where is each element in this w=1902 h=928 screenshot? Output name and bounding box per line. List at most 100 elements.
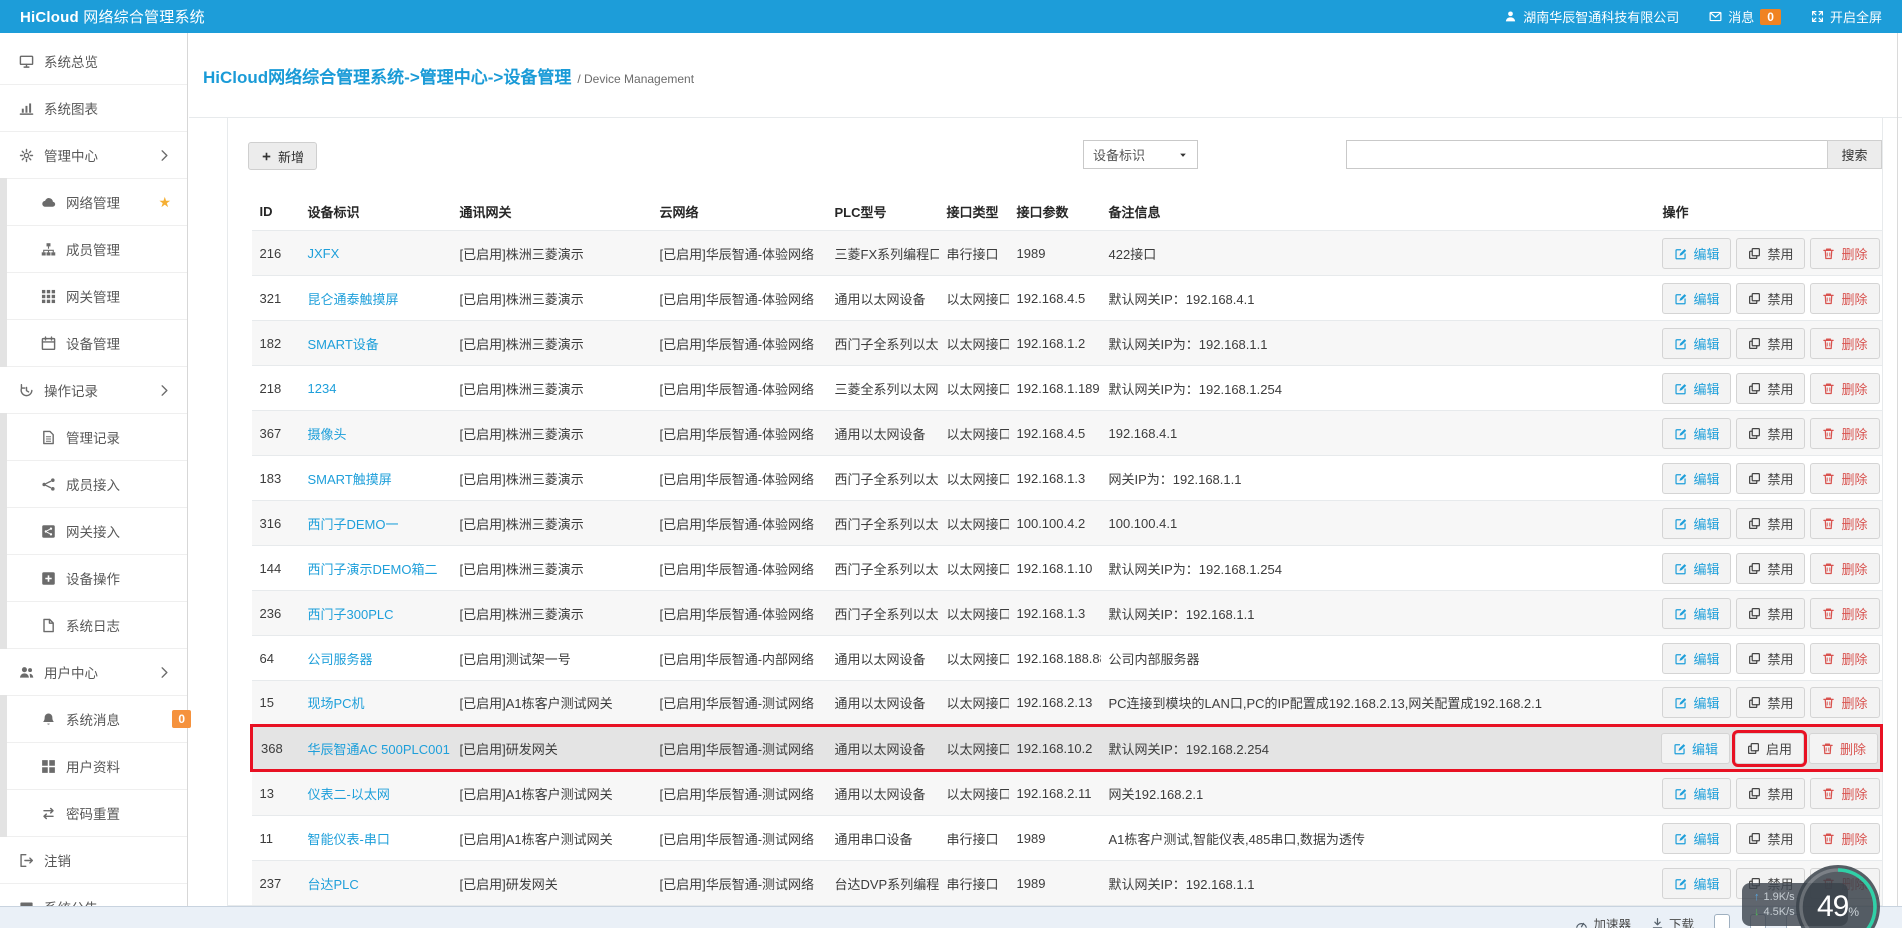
- edit-button[interactable]: 编辑: [1662, 418, 1731, 449]
- disable-button[interactable]: 禁用: [1736, 463, 1805, 494]
- chevron-right-icon: [155, 148, 173, 163]
- disable-button[interactable]: 禁用: [1736, 283, 1805, 314]
- delete-button[interactable]: 删除: [1810, 283, 1879, 314]
- enable-button[interactable]: 启用: [1735, 733, 1804, 764]
- sidebar-item-gateway-management[interactable]: 网关管理: [0, 273, 187, 320]
- delete-button[interactable]: 删除: [1810, 553, 1879, 584]
- disable-button[interactable]: 禁用: [1736, 238, 1805, 269]
- cell-id: 316: [252, 501, 300, 546]
- edit-button[interactable]: 编辑: [1662, 823, 1731, 854]
- edit-button[interactable]: 编辑: [1662, 463, 1731, 494]
- sidebar-item-member-management[interactable]: 成员管理: [0, 226, 187, 273]
- cell-cloud-network: [已启用]华辰智通-体验网络: [652, 366, 827, 411]
- edit-button[interactable]: 编辑: [1661, 733, 1730, 764]
- sidebar-item-system-logs[interactable]: 系统日志: [0, 602, 187, 649]
- device-name-link[interactable]: 公司服务器: [308, 652, 373, 667]
- browser-bar-download[interactable]: 下载: [1651, 914, 1694, 928]
- device-name-link[interactable]: SMART触摸屏: [308, 472, 392, 487]
- sidebar-item-system-messages[interactable]: 系统消息0: [0, 696, 187, 743]
- sidebar-item-logout[interactable]: 注销: [0, 837, 187, 884]
- edit-button[interactable]: 编辑: [1662, 868, 1731, 899]
- delete-button[interactable]: 删除: [1810, 508, 1879, 539]
- delete-button[interactable]: 删除: [1810, 778, 1879, 809]
- disable-button[interactable]: 禁用: [1736, 508, 1805, 539]
- sidebar-item-device-management[interactable]: 设备管理: [0, 320, 187, 367]
- delete-button[interactable]: 删除: [1809, 733, 1878, 764]
- sidebar-item-management-center[interactable]: 管理中心: [0, 132, 187, 179]
- messages-button[interactable]: 消息 0: [1709, 7, 1781, 26]
- table-row: 11智能仪表-串口[已启用]A1栋客户测试网关[已启用]华辰智通-测试网络通用串…: [252, 816, 1882, 861]
- device-name-link[interactable]: 现场PC机: [308, 696, 365, 711]
- disable-button[interactable]: 禁用: [1736, 328, 1805, 359]
- sidebar-item-system-overview[interactable]: 系统总览: [0, 38, 187, 85]
- device-name-link[interactable]: 西门子300PLC: [308, 607, 394, 622]
- sidebar-item-network-management[interactable]: 网络管理★: [0, 179, 187, 226]
- device-name-link[interactable]: 昆仑通泰触摸屏: [308, 292, 399, 307]
- cell-remark: 192.168.4.1: [1101, 411, 1655, 456]
- device-name-link[interactable]: JXFX: [308, 246, 340, 261]
- device-name-link[interactable]: 西门子演示DEMO箱二: [308, 562, 438, 577]
- sidebar-item-user-center[interactable]: 用户中心: [0, 649, 187, 696]
- sidebar-item-member-access[interactable]: 成员接入: [0, 461, 187, 508]
- table-row: 237台达PLC[已启用]研发网关[已启用]华辰智通-测试网络台达DVP系列编程…: [252, 861, 1882, 906]
- device-name-link[interactable]: 智能仪表-串口: [308, 832, 390, 847]
- filter-field-select[interactable]: 设备标识: [1083, 140, 1198, 169]
- edit-button[interactable]: 编辑: [1662, 508, 1731, 539]
- sidebar-item-system-charts[interactable]: 系统图表: [0, 85, 187, 132]
- cell-interface-param: 192.168.4.5: [1009, 411, 1101, 456]
- device-name-link[interactable]: SMART设备: [308, 337, 379, 352]
- sidebar-item-gateway-access[interactable]: 网关接入: [0, 508, 187, 555]
- fullscreen-button[interactable]: 开启全屏: [1811, 7, 1882, 26]
- edit-button[interactable]: 编辑: [1662, 687, 1731, 718]
- resource-percent-widget[interactable]: 49 %: [1792, 861, 1884, 928]
- delete-button[interactable]: 删除: [1810, 373, 1879, 404]
- delete-button[interactable]: 删除: [1810, 463, 1879, 494]
- delete-button[interactable]: 删除: [1810, 643, 1879, 674]
- browser-bar-icon[interactable]: [1714, 914, 1730, 928]
- sidebar-item-user-profile[interactable]: 用户资料: [0, 743, 187, 790]
- disable-button[interactable]: 禁用: [1736, 643, 1805, 674]
- device-name-link[interactable]: 摄像头: [308, 427, 347, 442]
- edit-button[interactable]: 编辑: [1662, 643, 1731, 674]
- device-name-link[interactable]: 1234: [308, 381, 337, 396]
- company-account[interactable]: 湖南华辰智通科技有限公司: [1504, 7, 1679, 26]
- search-button[interactable]: 搜索: [1827, 140, 1882, 169]
- device-table-wrap: ID设备标识通讯网关云网络PLC型号接口类型接口参数备注信息操作 216JXFX…: [250, 192, 1883, 906]
- disable-button[interactable]: 禁用: [1736, 373, 1805, 404]
- delete-button[interactable]: 删除: [1810, 687, 1879, 718]
- delete-button[interactable]: 删除: [1810, 823, 1879, 854]
- device-name-link[interactable]: 西门子DEMO一: [308, 517, 399, 532]
- delete-button[interactable]: 删除: [1810, 418, 1879, 449]
- device-name-link[interactable]: 仪表二-以太网: [308, 787, 390, 802]
- scrollbar-track[interactable]: [1897, 33, 1898, 928]
- edit-button[interactable]: 编辑: [1662, 598, 1731, 629]
- edit-button[interactable]: 编辑: [1662, 283, 1731, 314]
- device-name-link[interactable]: 华辰智通AC 500PLC001: [308, 742, 450, 757]
- delete-button[interactable]: 删除: [1810, 328, 1879, 359]
- disable-button[interactable]: 禁用: [1736, 778, 1805, 809]
- edit-button[interactable]: 编辑: [1662, 778, 1731, 809]
- add-device-button[interactable]: 新增: [248, 142, 317, 170]
- sidebar-item-management-records[interactable]: 管理记录: [0, 414, 187, 461]
- edit-button[interactable]: 编辑: [1662, 328, 1731, 359]
- sidebar-item-password-reset[interactable]: 密码重置: [0, 790, 187, 837]
- disable-button[interactable]: 禁用: [1736, 553, 1805, 584]
- sidebar-item-device-operation[interactable]: 设备操作: [0, 555, 187, 602]
- search-input[interactable]: [1346, 140, 1828, 169]
- edit-button[interactable]: 编辑: [1662, 553, 1731, 584]
- device-name-link[interactable]: 台达PLC: [308, 877, 359, 892]
- cell-remark: 默认网关IP：192.168.1.1: [1101, 861, 1655, 906]
- disable-button[interactable]: 禁用: [1736, 687, 1805, 718]
- cell-device-name: 1234: [300, 366, 452, 411]
- cell-cloud-network: [已启用]华辰智通-体验网络: [652, 321, 827, 366]
- disable-button[interactable]: 禁用: [1736, 598, 1805, 629]
- disable-button[interactable]: 禁用: [1736, 418, 1805, 449]
- cell-plc-model: 通用以太网设备: [827, 636, 939, 681]
- disable-button[interactable]: 禁用: [1736, 823, 1805, 854]
- delete-button[interactable]: 删除: [1810, 598, 1879, 629]
- edit-button[interactable]: 编辑: [1662, 238, 1731, 269]
- delete-button[interactable]: 删除: [1810, 238, 1879, 269]
- sidebar-item-operation-records[interactable]: 操作记录: [0, 367, 187, 414]
- browser-bar-accelerator[interactable]: 加速器: [1575, 914, 1631, 928]
- edit-button[interactable]: 编辑: [1662, 373, 1731, 404]
